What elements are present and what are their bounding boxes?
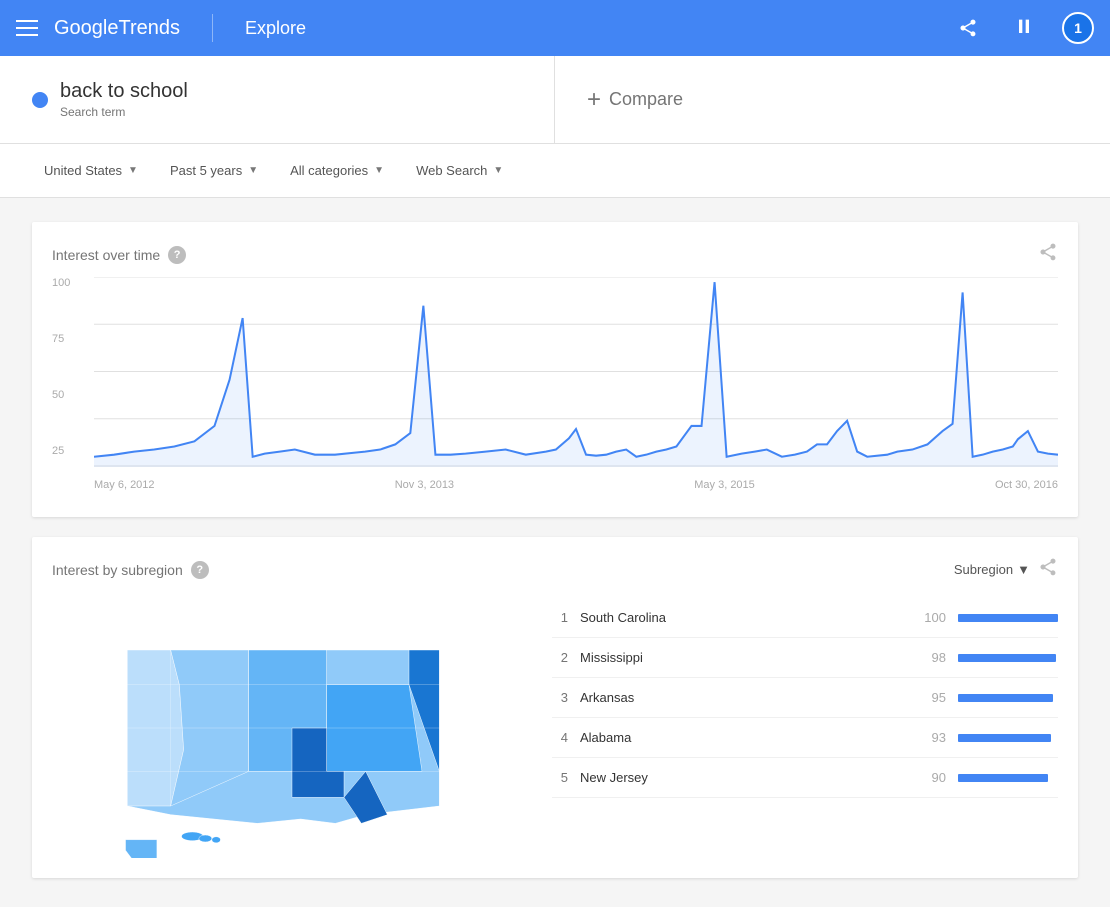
compare-plus-icon: + bbox=[587, 86, 601, 114]
account-button[interactable]: 1 bbox=[1062, 12, 1094, 44]
logo-google: Google bbox=[54, 17, 119, 40]
region-filter[interactable]: United States ▼ bbox=[32, 155, 150, 186]
filters-bar: United States ▼ Past 5 years ▼ All categ… bbox=[0, 144, 1110, 198]
list-item: 3 Arkansas 95 bbox=[552, 678, 1058, 718]
y-label-100: 100 bbox=[52, 277, 70, 289]
time-label: Past 5 years bbox=[170, 163, 242, 178]
category-arrow-icon: ▼ bbox=[374, 165, 384, 176]
region-label: United States bbox=[44, 163, 122, 178]
share-button[interactable] bbox=[950, 10, 986, 46]
app-header: Google Trends Explore 1 bbox=[0, 0, 1110, 56]
interest-over-time-title: Interest over time bbox=[52, 247, 160, 263]
header-divider bbox=[212, 14, 213, 42]
y-label-50: 50 bbox=[52, 389, 70, 401]
rank-score: 98 bbox=[916, 650, 946, 665]
list-item: 2 Mississippi 98 bbox=[552, 638, 1058, 678]
rank-bar-container bbox=[958, 734, 1058, 742]
us-map-container bbox=[52, 598, 532, 858]
rank-bar bbox=[958, 654, 1056, 662]
help-icon[interactable]: ? bbox=[168, 246, 186, 264]
list-item: 1 South Carolina 100 bbox=[552, 598, 1058, 638]
rank-bar-container bbox=[958, 654, 1058, 662]
logo: Google Trends bbox=[54, 17, 180, 40]
search-term-type: Search term bbox=[60, 105, 188, 119]
chart-y-labels: 100 75 50 25 bbox=[52, 277, 70, 457]
rankings-container: 1 South Carolina 100 2 Mississippi 98 bbox=[552, 598, 1058, 858]
chart-svg bbox=[94, 277, 1058, 467]
rank-name: New Jersey bbox=[580, 770, 904, 785]
rank-bar bbox=[958, 614, 1058, 622]
search-bar: back to school Search term + Compare bbox=[0, 56, 1110, 144]
rank-name: Alabama bbox=[580, 730, 904, 745]
term-indicator bbox=[32, 92, 48, 108]
chart-share-icon[interactable] bbox=[1038, 242, 1058, 267]
time-filter[interactable]: Past 5 years ▼ bbox=[158, 155, 270, 186]
interest-by-subregion-title: Interest by subregion bbox=[52, 562, 183, 578]
interest-chart: 100 75 50 25 bbox=[52, 277, 1058, 497]
rank-number: 4 bbox=[552, 730, 568, 745]
subregion-dropdown-arrow: ▼ bbox=[1017, 562, 1030, 577]
rank-number: 1 bbox=[552, 610, 568, 625]
search-term-section: back to school Search term bbox=[0, 56, 555, 143]
rank-bar-container bbox=[958, 614, 1058, 622]
chart-svg-area bbox=[94, 277, 1058, 467]
explore-label: Explore bbox=[245, 18, 306, 39]
interest-by-subregion-card: Interest by subregion ? Subregion ▼ bbox=[32, 537, 1078, 878]
rank-bar-container bbox=[958, 694, 1058, 702]
rank-bar bbox=[958, 694, 1053, 702]
list-item: 5 New Jersey 90 bbox=[552, 758, 1058, 798]
rank-bar-container bbox=[958, 774, 1058, 782]
menu-button[interactable] bbox=[16, 20, 38, 36]
us-map-svg bbox=[52, 598, 532, 858]
y-label-75: 75 bbox=[52, 333, 70, 345]
rank-score: 93 bbox=[916, 730, 946, 745]
subregion-dropdown[interactable]: Subregion ▼ bbox=[954, 562, 1030, 577]
category-label: All categories bbox=[290, 163, 368, 178]
rank-number: 2 bbox=[552, 650, 568, 665]
rank-score: 90 bbox=[916, 770, 946, 785]
search-term-value[interactable]: back to school bbox=[60, 80, 188, 103]
x-label-4: Oct 30, 2016 bbox=[995, 479, 1058, 491]
list-item: 4 Alabama 93 bbox=[552, 718, 1058, 758]
main-content: Interest over time ? 100 75 50 25 bbox=[0, 198, 1110, 902]
x-label-1: May 6, 2012 bbox=[94, 479, 155, 491]
region-arrow-icon: ▼ bbox=[128, 165, 138, 176]
subregion-share-icon[interactable] bbox=[1038, 557, 1058, 582]
x-label-2: Nov 3, 2013 bbox=[395, 479, 454, 491]
search-type-arrow-icon: ▼ bbox=[493, 165, 503, 176]
search-type-label: Web Search bbox=[416, 163, 487, 178]
rank-score: 95 bbox=[916, 690, 946, 705]
logo-trends: Trends bbox=[119, 17, 181, 40]
category-filter[interactable]: All categories ▼ bbox=[278, 155, 396, 186]
subregion-content: 1 South Carolina 100 2 Mississippi 98 bbox=[52, 598, 1058, 858]
search-type-filter[interactable]: Web Search ▼ bbox=[404, 155, 515, 186]
rank-number: 5 bbox=[552, 770, 568, 785]
chart-x-labels: May 6, 2012 Nov 3, 2013 May 3, 2015 Oct … bbox=[94, 473, 1058, 497]
x-label-3: May 3, 2015 bbox=[694, 479, 755, 491]
rank-bar bbox=[958, 774, 1048, 782]
rank-bar bbox=[958, 734, 1051, 742]
y-label-25: 25 bbox=[52, 445, 70, 457]
rank-name: Mississippi bbox=[580, 650, 904, 665]
compare-label: Compare bbox=[609, 89, 683, 110]
compare-section[interactable]: + Compare bbox=[555, 56, 1110, 143]
rank-number: 3 bbox=[552, 690, 568, 705]
rank-name: South Carolina bbox=[580, 610, 904, 625]
apps-button[interactable] bbox=[1006, 10, 1042, 46]
subregion-help-icon[interactable]: ? bbox=[191, 561, 209, 579]
interest-over-time-card: Interest over time ? 100 75 50 25 bbox=[32, 222, 1078, 517]
time-arrow-icon: ▼ bbox=[248, 165, 258, 176]
rank-score: 100 bbox=[916, 610, 946, 625]
rank-name: Arkansas bbox=[580, 690, 904, 705]
subregion-dropdown-label: Subregion bbox=[954, 562, 1013, 577]
